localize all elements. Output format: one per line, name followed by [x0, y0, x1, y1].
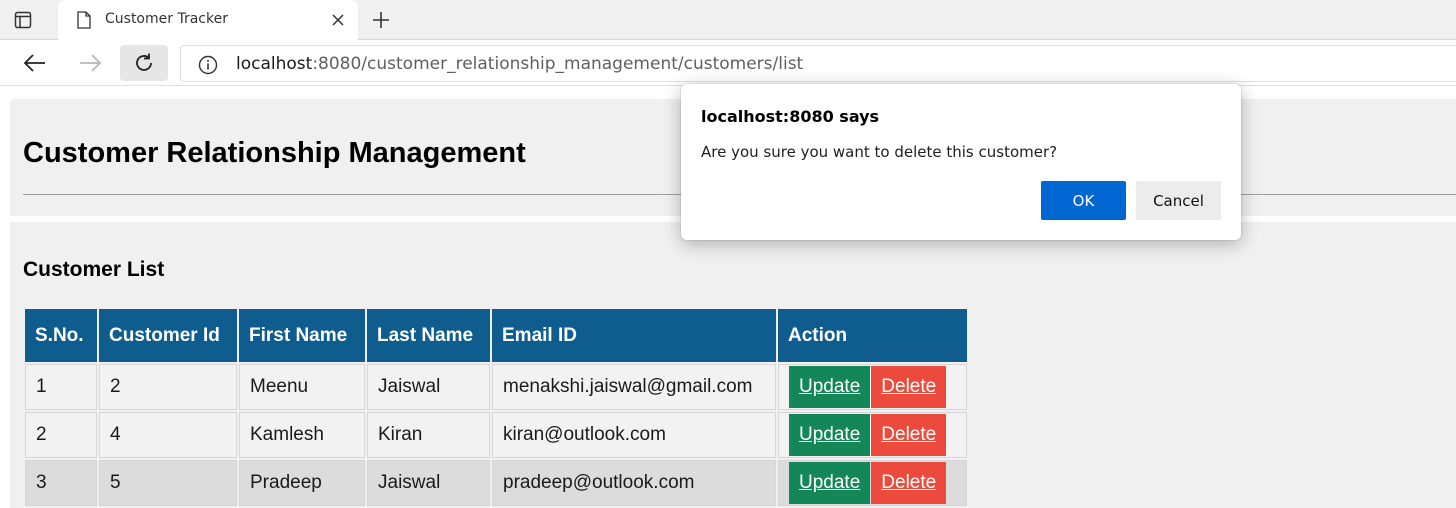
cell-first-name: Meenu [239, 364, 365, 410]
plus-icon[interactable] [370, 9, 392, 31]
dialog-message: Are you sure you want to delete this cus… [701, 143, 1058, 161]
cell-email: kiran@outlook.com [492, 412, 776, 458]
cell-email: menakshi.jaiswal@gmail.com [492, 364, 776, 410]
url-path: :8080/customer_relationship_management/c… [312, 54, 804, 74]
table-row: 1 2 Meenu Jaiswal menakshi.jaiswal@gmail… [25, 364, 967, 410]
column-header-action: Action [778, 309, 967, 362]
customer-table: S.No. Customer Id First Name Last Name E… [23, 307, 969, 508]
tab-title: Customer Tracker [105, 11, 228, 27]
close-icon[interactable] [328, 10, 348, 30]
cell-customer-id: 5 [99, 460, 237, 506]
column-header-customer-id: Customer Id [99, 309, 237, 362]
section-title: Customer List [23, 258, 165, 281]
page-title: Customer Relationship Management [23, 137, 526, 169]
table-header-row: S.No. Customer Id First Name Last Name E… [25, 309, 967, 362]
cell-last-name: Jaiswal [367, 460, 490, 506]
column-header-email: Email ID [492, 309, 776, 362]
info-icon[interactable] [198, 55, 218, 75]
cell-last-name: Kiran [367, 412, 490, 458]
delete-button[interactable]: Delete [871, 414, 947, 456]
update-button[interactable]: Update [789, 414, 871, 456]
forward-arrow-icon[interactable] [66, 45, 114, 81]
cell-first-name: Pradeep [239, 460, 365, 506]
confirm-dialog: localhost:8080 says Are you sure you wan… [681, 84, 1241, 240]
cancel-button[interactable]: Cancel [1136, 181, 1221, 220]
update-button[interactable]: Update [789, 366, 871, 408]
column-header-sno: S.No. [25, 309, 97, 362]
column-header-last-name: Last Name [367, 309, 490, 362]
cell-action: Update Delete [778, 460, 967, 506]
url-host: localhost [236, 54, 313, 74]
cell-sno: 3 [25, 460, 97, 506]
ok-button[interactable]: OK [1041, 181, 1126, 220]
cell-sno: 2 [25, 412, 97, 458]
back-arrow-icon[interactable] [11, 45, 59, 81]
tab-actions-icon[interactable] [12, 9, 34, 31]
cell-action: Update Delete [778, 412, 967, 458]
cell-customer-id: 4 [99, 412, 237, 458]
reload-icon[interactable] [120, 45, 168, 81]
page-icon [75, 10, 93, 30]
table-row: 2 4 Kamlesh Kiran kiran@outlook.com Upda… [25, 412, 967, 458]
address-bar[interactable]: localhost:8080/customer_relationship_man… [180, 45, 1456, 82]
cell-email: pradeep@outlook.com [492, 460, 776, 506]
delete-button[interactable]: Delete [871, 366, 947, 408]
cell-sno: 1 [25, 364, 97, 410]
update-button[interactable]: Update [789, 462, 871, 504]
tab-strip: Customer Tracker [0, 0, 1456, 41]
column-header-first-name: First Name [239, 309, 365, 362]
browser-tab[interactable]: Customer Tracker [58, 0, 358, 41]
cell-last-name: Jaiswal [367, 364, 490, 410]
cell-action: Update Delete [778, 364, 967, 410]
cell-first-name: Kamlesh [239, 412, 365, 458]
delete-button[interactable]: Delete [871, 462, 947, 504]
page-main: Customer List S.No. Customer Id First Na… [10, 222, 1456, 508]
browser-toolbar: localhost:8080/customer_relationship_man… [0, 41, 1456, 86]
table-row: 3 5 Pradeep Jaiswal pradeep@outlook.com … [25, 460, 967, 506]
dialog-title: localhost:8080 says [701, 107, 880, 126]
url-text[interactable]: localhost:8080/customer_relationship_man… [236, 54, 803, 74]
cell-customer-id: 2 [99, 364, 237, 410]
